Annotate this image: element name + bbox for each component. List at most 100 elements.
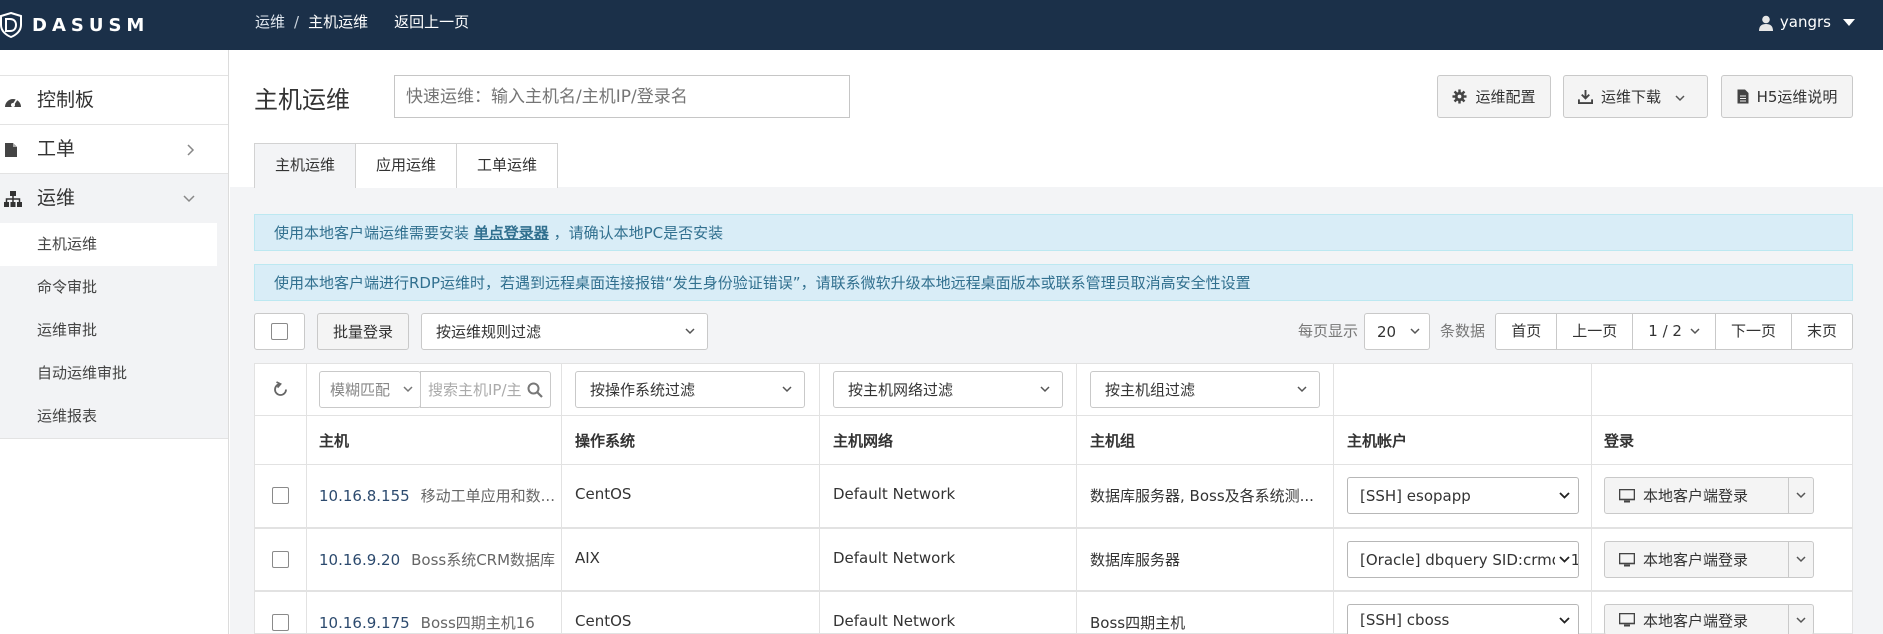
account-select[interactable]: [Oracle] dbquery SID:crmdb1 [1347, 541, 1579, 578]
h5-help-label: H5运维说明 [1756, 88, 1838, 106]
host-cell[interactable]: 10.16.9.175 Boss四期主机16 [319, 612, 555, 633]
group-filter-label: 按主机组过滤 [1105, 381, 1196, 399]
login-options-dropdown[interactable] [1789, 477, 1814, 514]
monitor-icon [1619, 552, 1635, 566]
page-next-button[interactable]: 下一页 [1715, 313, 1792, 350]
breadcrumb-separator: / [294, 13, 300, 31]
batch-login-label: 批量登录 [332, 323, 393, 341]
account-select[interactable]: [SSH] cboss [1347, 604, 1579, 634]
account-select[interactable]: [SSH] esopapp [1347, 477, 1579, 514]
column-divider [1333, 364, 1334, 634]
match-mode-label: 模糊匹配 [330, 381, 391, 399]
sidebar-subitem-ops-report[interactable]: 运维报表 [0, 395, 228, 438]
user-menu[interactable]: yangrs [1758, 0, 1855, 45]
sidebar-item-ops[interactable]: 运维 [0, 174, 228, 223]
local-client-login-button[interactable]: 本地客户端登录 [1604, 477, 1789, 514]
login-options-dropdown[interactable] [1789, 541, 1814, 578]
host-cell[interactable]: 10.16.9.20 Boss系统CRM数据库... [319, 549, 555, 570]
list-toolbar: 批量登录 按运维规则过滤 每页显示 20 条数据 首页 上一页 1 / 2 下一… [254, 313, 1853, 350]
login-options-dropdown[interactable] [1789, 604, 1814, 634]
brand-name: DASUSM [32, 14, 150, 36]
select-all-checkbox[interactable] [271, 323, 288, 340]
os-filter-select[interactable]: 按操作系统过滤 [575, 371, 805, 408]
breadcrumb-item-host-ops: 主机运维 [308, 13, 369, 31]
host-ip[interactable]: 10.16.9.175 [319, 614, 410, 632]
column-header-network: 主机网络 [833, 432, 894, 450]
ops-download-label: 运维下载 [1600, 88, 1661, 106]
page-header: 主机运维 运维配置 运维下载 H5运维说明 主机运维 应用运维 工单运维 [230, 50, 1883, 188]
monitor-icon [1619, 488, 1635, 502]
page-last-button[interactable]: 末页 [1791, 313, 1853, 350]
host-search-input[interactable]: 搜索主机IP/主机名 [428, 379, 522, 400]
sidebar-item-dashboard[interactable]: 控制板 [0, 76, 228, 125]
account-value: [Oracle] dbquery SID:crmdb1 [1360, 550, 1579, 569]
row-checkbox[interactable] [272, 614, 289, 631]
rdp-alert: 使用本地客户端进行RDP运维时，若遇到远程桌面连接报错“发生身份验证错误”，请联… [254, 264, 1853, 301]
dashboard-icon [4, 76, 22, 125]
monitor-icon [1619, 613, 1635, 627]
install-alert-prefix: 使用本地客户端运维需要安装 [274, 224, 470, 242]
rule-filter-select[interactable]: 按运维规则过滤 [421, 313, 708, 350]
chevron-down-icon [1796, 492, 1806, 499]
brand-logo[interactable]: DASUSM [0, 12, 149, 38]
per-page-select[interactable]: 20 [1364, 313, 1430, 350]
sidebar-subitem-auto-ops-approval[interactable]: 自动运维审批 [0, 352, 228, 395]
sitemap-icon [4, 174, 22, 223]
quick-search-input[interactable] [394, 75, 850, 118]
host-cell[interactable]: 10.16.8.155 移动工单应用和数... [319, 485, 555, 506]
page-prev-button[interactable]: 上一页 [1557, 313, 1634, 350]
search-icon[interactable] [527, 372, 543, 407]
row-checkbox[interactable] [272, 487, 289, 504]
sidebar-subitem-host-ops[interactable]: 主机运维 [0, 223, 217, 266]
group-cell: Boss四期主机 [1090, 614, 1186, 632]
column-header-login: 登录 [1604, 432, 1635, 450]
row-divider [255, 590, 1852, 592]
page-first-button[interactable]: 首页 [1495, 313, 1558, 350]
tab-ticket-ops[interactable]: 工单运维 [457, 143, 559, 188]
chevron-down-icon [403, 372, 413, 407]
column-divider [306, 364, 307, 634]
pagination: 首页 上一页 1 / 2 下一页 末页 [1495, 313, 1853, 350]
per-page-value: 20 [1377, 322, 1397, 341]
os-cell: AIX [575, 549, 600, 567]
page-select[interactable]: 1 / 2 [1633, 313, 1716, 350]
row-divider [255, 527, 1852, 529]
group-filter-select[interactable]: 按主机组过滤 [1090, 371, 1320, 408]
network-cell: Default Network [833, 612, 956, 630]
user-name: yangrs [1779, 13, 1831, 31]
local-client-login-button[interactable]: 本地客户端登录 [1604, 541, 1789, 578]
host-search-field[interactable]: 搜索主机IP/主机名 [420, 371, 551, 408]
tab-app-ops[interactable]: 应用运维 [356, 143, 458, 188]
refresh-icon[interactable] [272, 381, 289, 402]
host-ip[interactable]: 10.16.8.155 [319, 487, 410, 505]
row-checkbox[interactable] [272, 551, 289, 568]
host-ip[interactable]: 10.16.9.20 [319, 551, 400, 569]
per-page-label: 每页显示 [1298, 322, 1359, 340]
breadcrumb-item-ops[interactable]: 运维 [255, 0, 285, 45]
h5-help-button[interactable]: H5运维说明 [1721, 75, 1853, 118]
sso-installer-link[interactable]: 单点登录器 [474, 224, 549, 242]
ops-download-button[interactable]: 运维下载 [1563, 75, 1708, 118]
back-link[interactable]: 返回上一页 [394, 0, 469, 45]
match-mode-select[interactable]: 模糊匹配 [319, 371, 421, 408]
os-filter-label: 按操作系统过滤 [590, 381, 696, 399]
document-icon [1737, 89, 1749, 104]
batch-login-button[interactable]: 批量登录 [317, 313, 409, 350]
network-filter-select[interactable]: 按主机网络过滤 [833, 371, 1063, 408]
download-icon [1577, 89, 1593, 104]
local-client-login-button[interactable]: 本地客户端登录 [1604, 604, 1789, 634]
install-alert: 使用本地客户端运维需要安装 单点登录器 ，请确认本地PC是否安装 [254, 214, 1853, 251]
sidebar-submenu-ops: 主机运维 命令审批 运维审批 自动运维审批 运维报表 [0, 223, 228, 439]
select-all-checkbox-box[interactable] [254, 313, 305, 350]
chevron-down-icon [1555, 478, 1570, 513]
os-cell: CentOS [575, 485, 632, 503]
column-divider [819, 364, 820, 634]
column-divider [1076, 364, 1077, 634]
sidebar-subitem-ops-approval[interactable]: 运维审批 [0, 309, 228, 352]
sidebar-item-tickets[interactable]: 工单 [0, 125, 228, 174]
sidebar-subitem-command-approval[interactable]: 命令审批 [0, 266, 228, 309]
ops-config-button[interactable]: 运维配置 [1437, 75, 1551, 118]
tab-host-ops[interactable]: 主机运维 [254, 143, 357, 188]
per-page-unit: 条数据 [1440, 322, 1486, 340]
rdp-alert-text: 使用本地客户端进行RDP运维时，若遇到远程桌面连接报错“发生身份验证错误”，请联… [274, 274, 1251, 292]
